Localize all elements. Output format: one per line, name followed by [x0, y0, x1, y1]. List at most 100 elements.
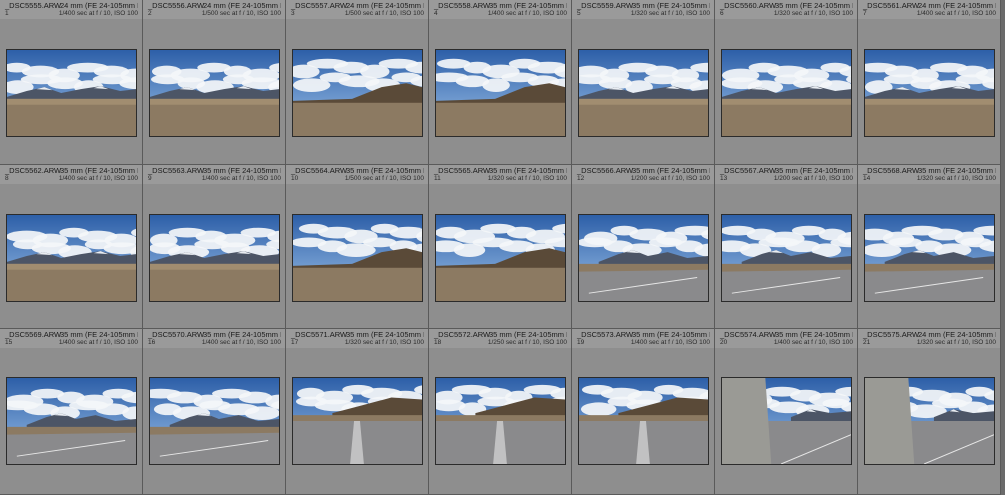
thumbnail-cell[interactable]: _DSC5563.ARW 35 mm (FE 24-105mm F4... 9 …	[143, 165, 286, 329]
filename-label: _DSC5570.ARW	[148, 330, 205, 339]
thumbnail-cell[interactable]: _DSC5556.ARW 24 mm (FE 24-105mm F4... 2 …	[143, 0, 286, 165]
filename-label: _DSC5558.ARW	[434, 1, 491, 10]
index-label: 17	[291, 339, 299, 346]
filename-label: _DSC5564.ARW	[291, 166, 348, 175]
index-label: 13	[720, 175, 728, 182]
exposure-label: 1/320 sec at f / 10, ISO 100	[916, 175, 996, 182]
photo-thumbnail[interactable]	[721, 214, 852, 302]
thumbnail-cell[interactable]: _DSC5571.ARW 35 mm (FE 24-105mm F4 G... …	[286, 329, 429, 495]
photo-thumbnail[interactable]	[6, 49, 137, 137]
index-label: 11	[434, 175, 441, 182]
lens-label: 35 mm (FE 24-105mm F4...	[60, 330, 138, 339]
exposure-label: 1/400 sec at f / 10, ISO 100	[630, 339, 710, 346]
filename-label: _DSC5568.ARW	[863, 166, 920, 175]
exposure-label: 1/320 sec at f / 10, ISO 100	[344, 339, 424, 346]
index-label: 3	[291, 10, 295, 17]
photo-thumbnail[interactable]	[6, 214, 137, 302]
filename-label: _DSC5573.ARW	[577, 330, 634, 339]
thumbnail-cell[interactable]: _DSC5572.ARW 35 mm (FE 24-105mm F4... 18…	[429, 329, 572, 495]
lens-label: 35 mm (FE 24-105mm F4...	[632, 330, 710, 339]
lens-label: 35 mm (FE 24-105mm F4...	[775, 1, 853, 10]
filename-label: _DSC5569.ARW	[5, 330, 62, 339]
lens-label: 24 mm (FE 24-105mm F4...	[203, 1, 281, 10]
lens-label: 35 mm (FE 24-105mm F4...	[60, 166, 138, 175]
exposure-label: 1/400 sec at f / 10, ISO 100	[201, 339, 281, 346]
thumbnail-cell[interactable]: _DSC5564.ARW 35 mm (FE 24-105mm F4... 10…	[286, 165, 429, 329]
lens-label: 35 mm (FE 24-105mm F4...	[775, 330, 853, 339]
thumbnail-cell[interactable]: _DSC5561.ARW 24 mm (FE 24-105mm F4 G... …	[858, 0, 1001, 165]
exposure-label: 1/200 sec at f / 10, ISO 100	[630, 175, 710, 182]
lens-label: 24 mm (FE 24-105mm F4...	[346, 1, 424, 10]
photo-thumbnail[interactable]	[149, 377, 280, 465]
photo-thumbnail[interactable]	[292, 214, 423, 302]
thumbnail-cell[interactable]: _DSC5575.ARW 24 mm (FE 24-105mm F4... 21…	[858, 329, 1001, 495]
exposure-label: 1/250 sec at f / 10, ISO 100	[487, 339, 567, 346]
lens-label: 24 mm (FE 24-105mm F4...	[60, 1, 138, 10]
thumbnail-cell[interactable]: _DSC5570.ARW 35 mm (FE 24-105mm F4... 16…	[143, 329, 286, 495]
lens-label: 24 mm (FE 24-105mm F4 G...	[918, 1, 996, 10]
lens-label: 35 mm (FE 24-105mm F4...	[489, 166, 567, 175]
lens-label: 35 mm (FE 24-105mm F4...	[632, 1, 710, 10]
index-label: 18	[434, 339, 442, 346]
cell-header: _DSC5562.ARW 35 mm (FE 24-105mm F4... 8 …	[0, 165, 142, 184]
lens-label: 35 mm (FE 24-105mm F4...	[203, 166, 281, 175]
lens-label: 35 mm (FE 24-105mm F4...	[632, 166, 710, 175]
exposure-label: 1/500 sec at f / 10, ISO 100	[344, 175, 424, 182]
filename-label: _DSC5557.ARW	[291, 1, 348, 10]
thumbnail-cell[interactable]: _DSC5567.ARW 35 mm (FE 24-105mm F4... 13…	[715, 165, 858, 329]
thumbnail-cell[interactable]: _DSC5568.ARW 35 mm (FE 24-105mm F4... 14…	[858, 165, 1001, 329]
exposure-label: 1/400 sec at f / 10, ISO 100	[773, 339, 853, 346]
thumbnail-cell[interactable]: _DSC5560.ARW 35 mm (FE 24-105mm F4... 6 …	[715, 0, 858, 165]
photo-thumbnail[interactable]	[864, 377, 995, 465]
photo-thumbnail[interactable]	[435, 49, 566, 137]
cell-header: _DSC5559.ARW 35 mm (FE 24-105mm F4... 5 …	[572, 0, 714, 19]
photo-thumbnail[interactable]	[864, 214, 995, 302]
cell-header: _DSC5558.ARW 35 mm (FE 24-105mm F4... 4 …	[429, 0, 571, 19]
cell-header: _DSC5564.ARW 35 mm (FE 24-105mm F4... 10…	[286, 165, 428, 184]
photo-thumbnail[interactable]	[149, 49, 280, 137]
thumbnail-cell[interactable]: _DSC5569.ARW 35 mm (FE 24-105mm F4... 15…	[0, 329, 143, 495]
photo-thumbnail[interactable]	[149, 214, 280, 302]
lens-label: 35 mm (FE 24-105mm F4...	[489, 1, 567, 10]
cell-header: _DSC5571.ARW 35 mm (FE 24-105mm F4 G... …	[286, 329, 428, 348]
filename-label: _DSC5555.ARW	[5, 1, 62, 10]
thumbnail-cell[interactable]: _DSC5557.ARW 24 mm (FE 24-105mm F4... 3 …	[286, 0, 429, 165]
index-label: 9	[148, 175, 152, 182]
photo-thumbnail[interactable]	[292, 49, 423, 137]
exposure-label: 1/320 sec at f / 10, ISO 100	[487, 175, 567, 182]
photo-thumbnail[interactable]	[578, 214, 709, 302]
exposure-label: 1/400 sec at f / 10, ISO 100	[916, 10, 996, 17]
exposure-label: 1/400 sec at f / 10, ISO 100	[201, 175, 281, 182]
thumbnail-cell[interactable]: _DSC5559.ARW 35 mm (FE 24-105mm F4... 5 …	[572, 0, 715, 165]
index-label: 15	[5, 339, 13, 346]
photo-thumbnail[interactable]	[435, 377, 566, 465]
thumbnail-cell[interactable]: _DSC5566.ARW 35 mm (FE 24-105mm F4... 12…	[572, 165, 715, 329]
photo-thumbnail[interactable]	[435, 214, 566, 302]
thumbnail-cell[interactable]: _DSC5558.ARW 35 mm (FE 24-105mm F4... 4 …	[429, 0, 572, 165]
photo-thumbnail[interactable]	[864, 49, 995, 137]
thumbnail-cell[interactable]: _DSC5573.ARW 35 mm (FE 24-105mm F4... 19…	[572, 329, 715, 495]
filename-label: _DSC5559.ARW	[577, 1, 634, 10]
cell-header: _DSC5569.ARW 35 mm (FE 24-105mm F4... 15…	[0, 329, 142, 348]
index-label: 16	[148, 339, 156, 346]
photo-thumbnail[interactable]	[6, 377, 137, 465]
cell-header: _DSC5574.ARW 35 mm (FE 24-105mm F4... 20…	[715, 329, 857, 348]
photo-thumbnail[interactable]	[292, 377, 423, 465]
cell-header: _DSC5555.ARW 24 mm (FE 24-105mm F4... 1 …	[0, 0, 142, 19]
index-label: 21	[863, 339, 871, 346]
photo-thumbnail[interactable]	[721, 377, 852, 465]
thumbnail-cell[interactable]: _DSC5562.ARW 35 mm (FE 24-105mm F4... 8 …	[0, 165, 143, 329]
photo-thumbnail[interactable]	[721, 49, 852, 137]
exposure-label: 1/400 sec at f / 10, ISO 100	[58, 339, 138, 346]
photo-thumbnail[interactable]	[578, 377, 709, 465]
index-label: 5	[577, 10, 581, 17]
thumbnail-cell[interactable]: _DSC5565.ARW 35 mm (FE 24-105mm F4... 11…	[429, 165, 572, 329]
cell-header: _DSC5563.ARW 35 mm (FE 24-105mm F4... 9 …	[143, 165, 285, 184]
lens-label: 35 mm (FE 24-105mm F4...	[775, 166, 853, 175]
cell-header: _DSC5565.ARW 35 mm (FE 24-105mm F4... 11…	[429, 165, 571, 184]
index-label: 2	[148, 10, 152, 17]
photo-thumbnail[interactable]	[578, 49, 709, 137]
thumbnail-cell[interactable]: _DSC5574.ARW 35 mm (FE 24-105mm F4... 20…	[715, 329, 858, 495]
thumbnail-cell[interactable]: _DSC5555.ARW 24 mm (FE 24-105mm F4... 1 …	[0, 0, 143, 165]
index-label: 19	[577, 339, 585, 346]
